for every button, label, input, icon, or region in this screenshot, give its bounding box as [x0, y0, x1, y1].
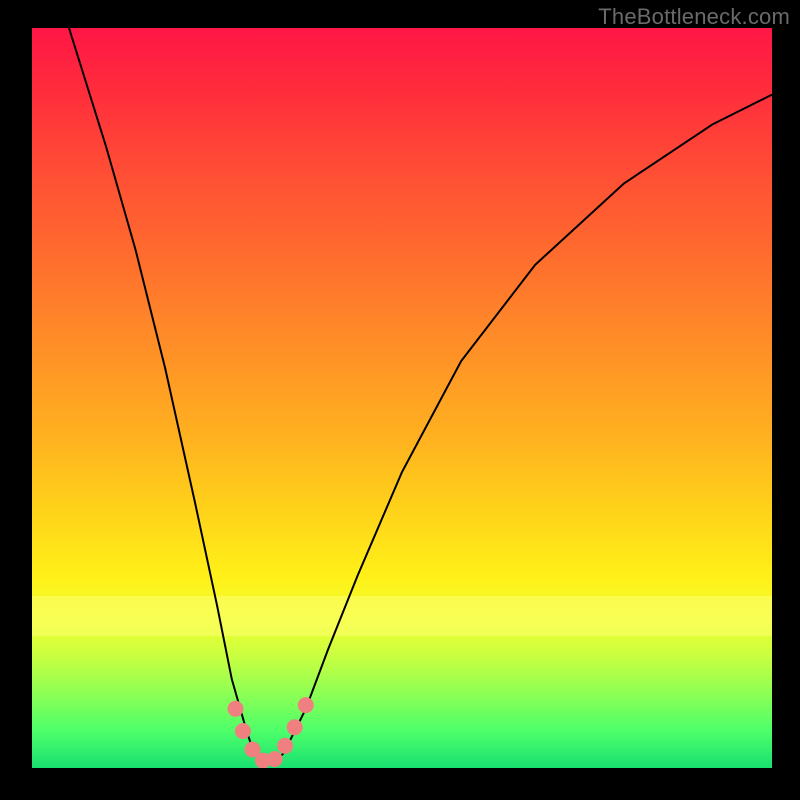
marker-point: [298, 697, 314, 713]
watermark-text: TheBottleneck.com: [598, 4, 790, 30]
chart-frame: TheBottleneck.com: [0, 0, 800, 800]
marker-point: [287, 719, 303, 735]
marker-point: [267, 751, 283, 767]
curve-layer: [69, 28, 772, 764]
marker-layer: [228, 697, 314, 768]
chart-svg: [32, 28, 772, 768]
plot-area: [32, 28, 772, 768]
marker-point: [235, 723, 251, 739]
marker-point: [277, 738, 293, 754]
marker-point: [228, 701, 244, 717]
bottleneck-curve: [69, 28, 772, 764]
